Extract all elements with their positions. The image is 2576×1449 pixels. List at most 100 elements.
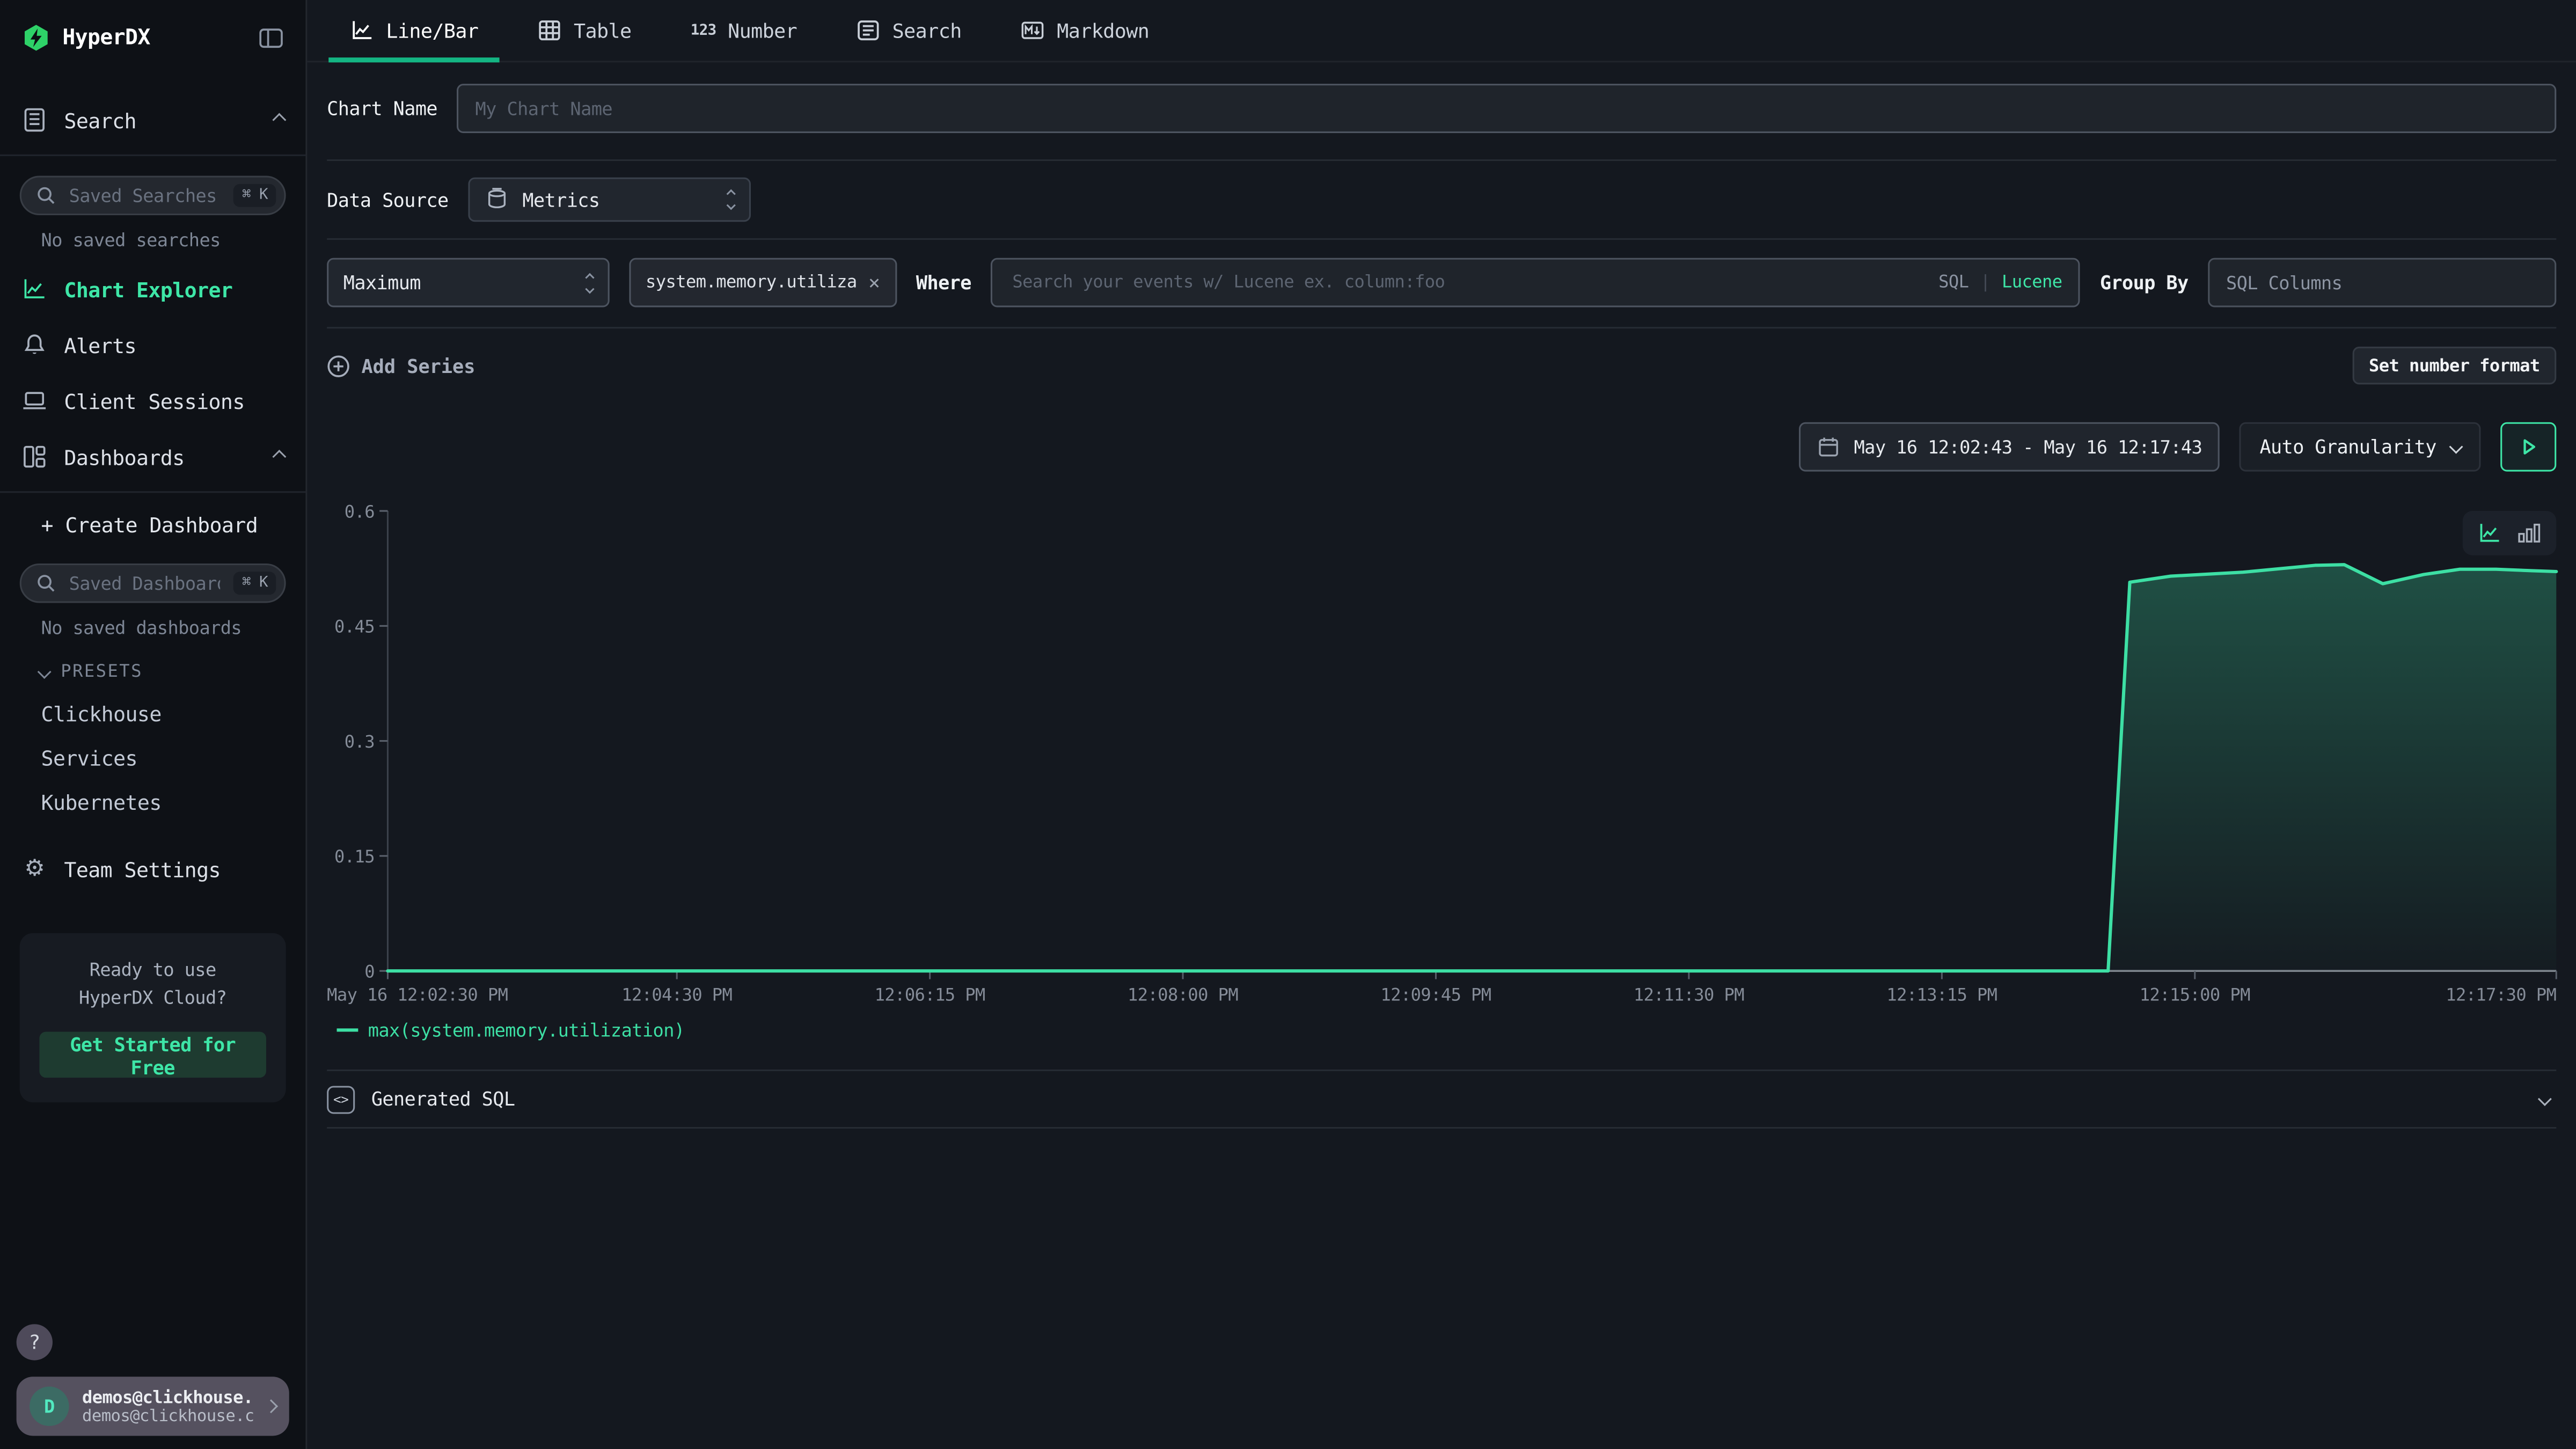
svg-text:12:13:15 PM: 12:13:15 PM [1886,984,1997,1005]
chart-name-input[interactable] [457,84,2556,133]
main-content: Line/Bar Table 123 Number Search Markdow… [307,0,2576,1449]
tab-markdown[interactable]: Markdown [999,0,1170,61]
sql-toggle[interactable]: SQL [1938,273,1968,292]
saved-searches-input[interactable] [65,183,224,208]
presets-toggle[interactable]: PRESETS [0,649,305,692]
preset-item-services[interactable]: Services [0,736,305,780]
shortcut-badge: ⌘ K [234,572,276,595]
generated-sql-toggle[interactable]: <> Generated SQL [307,1071,2576,1127]
remove-metric-button[interactable]: × [868,271,880,294]
date-range-value: May 16 12:02:43 - May 16 12:17:43 [1854,436,2202,458]
sidebar-item-search[interactable]: Search [0,92,305,148]
no-saved-searches-text: No saved searches [0,215,305,261]
granularity-value: Auto Granularity [2259,435,2436,458]
chevron-right-icon [264,1399,278,1413]
legend-label: max(system.memory.utilization) [368,1019,685,1041]
set-number-format-button[interactable]: Set number format [2352,347,2556,384]
sidebar-item-label: Team Settings [64,857,284,881]
granularity-select[interactable]: Auto Granularity [2240,422,2481,472]
series-row: Maximum system.memory.utiliza × Where SQ… [307,240,2576,327]
where-input[interactable] [1009,271,1938,294]
sidebar-item-client-sessions[interactable]: Client Sessions [0,373,305,429]
sidebar-item-dashboards[interactable]: Dashboards [0,429,305,485]
svg-text:12:11:30 PM: 12:11:30 PM [1634,984,1744,1005]
bar-chart-toggle[interactable] [2517,521,2542,545]
user-info: demos@clickhouse.com demos@clickhouse.co… [82,1387,253,1425]
saved-dashboards-input[interactable] [65,571,224,596]
sidebar-item-alerts[interactable]: Alerts [0,317,305,373]
sidebar-item-chart-explorer[interactable]: Chart Explorer [0,261,305,317]
legend: max(system.memory.utilization) [337,1014,2576,1046]
tab-label: Markdown [1057,19,1149,42]
user-menu[interactable]: D demos@clickhouse.com demos@clickhouse.… [17,1377,289,1436]
user-email: demos@clickhouse.com [82,1387,253,1407]
search-icon [36,573,56,593]
svg-text:0.45: 0.45 [334,617,375,637]
shortcut-badge: ⌘ K [234,184,276,207]
dashboard-grid-icon [21,444,48,470]
group-by-label: Group By [2100,271,2189,294]
chart-name-label: Chart Name [327,97,437,120]
lucene-toggle[interactable]: Lucene [2002,273,2062,292]
sidebar-item-team-settings[interactable]: ⚙ Team Settings [0,841,305,897]
table-icon [538,18,562,43]
svg-text:May 16 12:02:30 PM: May 16 12:02:30 PM [327,984,508,1005]
toggle-separator: | [1980,273,1990,292]
select-chevrons-icon [587,274,593,292]
where-label: Where [916,271,971,294]
hyperdx-logo-icon [21,23,51,53]
app-window: HyperDX Search ⌘ K No saved searches Cha… [0,0,2576,1449]
tab-line-bar[interactable]: Line/Bar [328,0,500,61]
data-source-label: Data Source [327,188,448,211]
play-icon [2517,435,2540,458]
sidebar-item-label: Search [64,108,258,133]
sidebar-collapse-button[interactable] [258,25,284,51]
metric-tag-label: system.memory.utiliza [646,273,857,292]
where-search-box[interactable]: SQL | Lucene [991,258,2081,308]
avatar: D [30,1387,69,1426]
spacer [0,1102,305,1324]
tab-table[interactable]: Table [516,0,653,61]
divider [327,1127,2556,1129]
code-icon: <> [327,1085,355,1113]
sidebar-item-label: Dashboards [64,444,258,469]
group-by-input[interactable] [2208,258,2556,308]
tab-search[interactable]: Search [835,0,983,61]
data-source-select[interactable]: Metrics [468,178,751,222]
aggregation-select[interactable]: Maximum [327,258,610,308]
date-range-input[interactable]: May 16 12:02:43 - May 16 12:17:43 [1799,422,2220,472]
metric-tag[interactable]: system.memory.utiliza × [629,258,896,308]
saved-dashboards-search[interactable]: ⌘ K [20,564,286,603]
preset-item-kubernetes[interactable]: Kubernetes [0,780,305,825]
svg-text:0: 0 [364,961,375,982]
sidebar-item-label: Chart Explorer [64,277,284,302]
preset-item-clickhouse[interactable]: Clickhouse [0,692,305,736]
tab-label: Search [892,19,962,42]
search-section-icon [21,107,48,133]
divider [0,491,305,493]
svg-text:12:17:30 PM: 12:17:30 PM [2446,984,2556,1005]
bell-icon [21,332,48,358]
gear-icon: ⚙ [21,856,48,882]
add-series-label: Add Series [361,354,475,377]
actions-row: Add Series Set number format [307,328,2576,402]
timeseries-chart: 00.150.30.450.6May 16 12:02:30 PM12:04:3… [307,491,2576,1010]
add-series-button[interactable]: Add Series [327,354,475,377]
calendar-icon [1818,435,1841,458]
get-started-button[interactable]: Get Started for Free [39,1032,266,1078]
help-button[interactable]: ? [17,1324,53,1360]
line-chart-toggle[interactable] [2477,521,2502,545]
svg-text:12:09:45 PM: 12:09:45 PM [1381,984,1491,1005]
svg-text:12:08:00 PM: 12:08:00 PM [1128,984,1238,1005]
saved-searches-search[interactable]: ⌘ K [20,176,286,215]
chart-area: 00.150.30.450.6May 16 12:02:30 PM12:04:3… [307,491,2576,1046]
tab-number[interactable]: 123 Number [669,0,818,61]
svg-text:0.6: 0.6 [345,501,375,522]
database-icon [485,187,509,212]
tab-label: Table [574,19,632,42]
chevron-down-icon [2449,440,2463,454]
run-query-button[interactable] [2500,422,2556,472]
tab-label: Number [728,19,797,42]
no-saved-dashboards-text: No saved dashboards [0,603,305,649]
create-dashboard-button[interactable]: + Create Dashboard [0,500,305,551]
